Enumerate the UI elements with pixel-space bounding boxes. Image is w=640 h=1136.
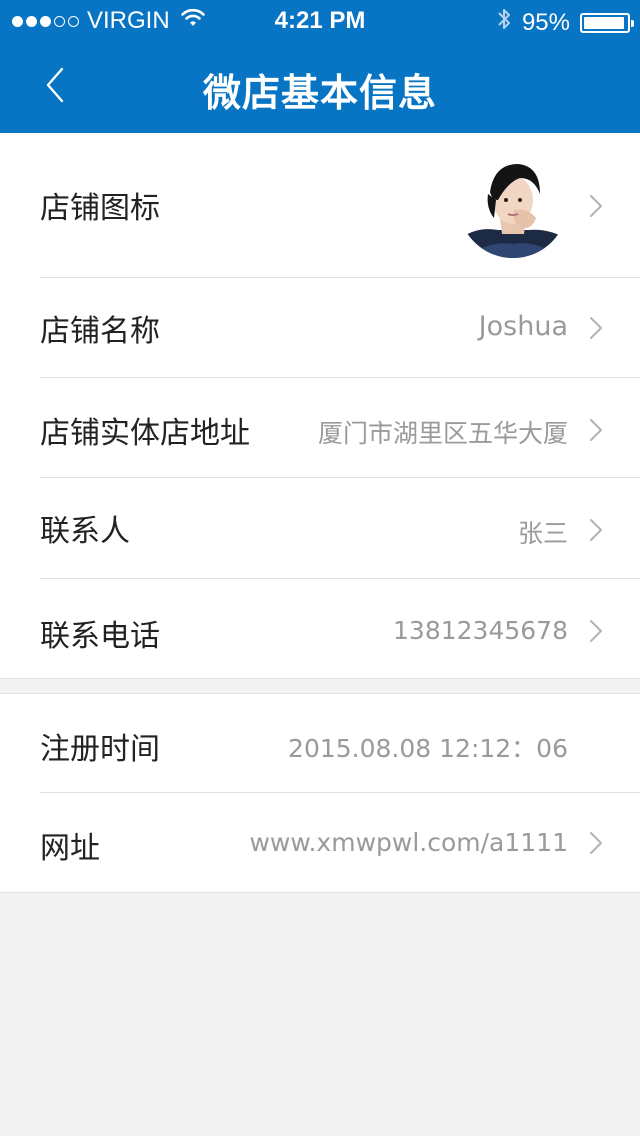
- row-contact[interactable]: 联系人 张三: [0, 478, 640, 579]
- shop-info-group: 店铺图标 店铺名称 Joshua 店铺实体店地址 厦门市湖里区五华大厦 联系人 …: [0, 133, 640, 679]
- battery-percent: 95%: [521, 8, 570, 36]
- account-info-group: 注册时间 2015.08.08 12:12：06 网址 www.xmwpwl.c…: [0, 693, 640, 893]
- chevron-right-icon: [590, 519, 602, 541]
- chevron-right-icon: [590, 832, 602, 854]
- row-label: 注册时间: [40, 732, 160, 767]
- chevron-right-icon: [590, 317, 602, 339]
- row-shop-name[interactable]: 店铺名称 Joshua: [0, 278, 640, 378]
- shop-avatar: [458, 148, 568, 258]
- row-value: 13812345678: [393, 616, 568, 645]
- row-value: Joshua: [478, 311, 568, 342]
- chevron-right-icon: [590, 419, 602, 441]
- chevron-right-icon: [590, 195, 602, 217]
- row-label: 联系电话: [40, 619, 160, 654]
- row-value: 厦门市湖里区五华大厦: [317, 419, 568, 448]
- row-register-time: 注册时间 2015.08.08 12:12：06: [0, 694, 640, 793]
- chevron-right-icon: [590, 620, 602, 642]
- status-bar: VIRGIN 4:21 PM 95%: [0, 0, 640, 40]
- row-shop-icon[interactable]: 店铺图标: [0, 133, 640, 278]
- row-label: 店铺实体店地址: [40, 416, 250, 451]
- navigation-bar: 微店基本信息: [0, 40, 640, 133]
- row-value: 2015.08.08 12:12：06: [288, 734, 568, 763]
- row-label: 网址: [40, 831, 100, 866]
- status-right: 95%: [496, 7, 634, 38]
- page-title: 微店基本信息: [202, 71, 437, 115]
- row-url[interactable]: 网址 www.xmwpwl.com/a1111: [0, 793, 640, 893]
- battery-fill: [584, 16, 624, 29]
- row-label: 店铺图标: [40, 191, 160, 226]
- row-shop-address[interactable]: 店铺实体店地址 厦门市湖里区五华大厦: [0, 378, 640, 478]
- row-value: 张三: [517, 519, 568, 548]
- row-phone[interactable]: 联系电话 13812345678: [0, 579, 640, 679]
- battery-icon: [580, 12, 634, 33]
- row-value: www.xmwpwl.com/a1111: [249, 828, 568, 857]
- row-label: 店铺名称: [40, 314, 160, 349]
- row-label: 联系人: [40, 514, 130, 549]
- bluetooth-icon: [496, 7, 512, 38]
